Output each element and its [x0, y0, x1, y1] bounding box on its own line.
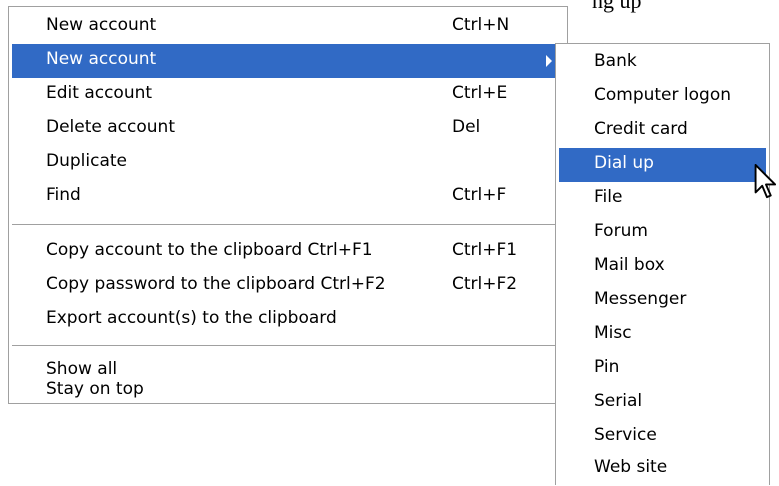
submenu-item-label: Messenger	[594, 289, 687, 309]
menu-item-new-account[interactable]: New account Ctrl+N	[12, 10, 564, 44]
submenu-item-file[interactable]: File	[559, 182, 766, 216]
menu-item-new-account-submenu[interactable]: New account	[12, 44, 564, 78]
submenu-item-web-site[interactable]: Web site	[559, 452, 766, 486]
menu-item-label: Duplicate	[46, 151, 127, 171]
submenu-item-dial-up[interactable]: Dial up	[559, 148, 766, 182]
menu-item-label: Show all	[46, 359, 118, 379]
menu-item-label: Edit account	[46, 83, 153, 103]
background-text: ng up	[592, 0, 642, 13]
submenu-item-label: Computer logon	[594, 85, 732, 105]
menu-item-label: Copy account to the clipboard Ctrl+F1	[46, 240, 373, 260]
submenu-item-label: File	[594, 187, 623, 207]
submenu-item-label: Pin	[594, 357, 620, 377]
menu-item-stay-on-top[interactable]: Stay on top	[12, 379, 564, 401]
submenu-item-label: Bank	[594, 51, 637, 71]
menu-item-export-accounts[interactable]: Export account(s) to the clipboard	[12, 303, 564, 337]
submenu-item-label: Credit card	[594, 119, 688, 139]
menu-item-label: New account	[46, 49, 157, 69]
submenu-item-pin[interactable]: Pin	[559, 352, 766, 386]
submenu: Bank Computer logon Credit card Dial up …	[555, 43, 777, 486]
menu-item-shortcut: Ctrl+F1	[452, 240, 518, 260]
menu-item-label: New account	[46, 15, 157, 35]
submenu-item-computer-logon[interactable]: Computer logon	[559, 80, 766, 114]
submenu-item-label: Dial up	[594, 153, 654, 173]
menu-item-label: Copy password to the clipboard Ctrl+F2	[46, 274, 386, 294]
menu-item-label: Stay on top	[46, 379, 144, 399]
menu-item-label: Export account(s) to the clipboard	[46, 308, 337, 328]
submenu-item-service[interactable]: Service	[559, 420, 766, 454]
menu-separator	[12, 224, 564, 226]
menu-item-duplicate[interactable]: Duplicate	[12, 146, 564, 180]
submenu-item-serial[interactable]: Serial	[559, 386, 766, 420]
submenu-item-messenger[interactable]: Messenger	[559, 284, 766, 318]
submenu-arrow-icon	[546, 55, 552, 67]
menu-item-edit-account[interactable]: Edit account Ctrl+E	[12, 78, 564, 112]
menu-item-copy-account[interactable]: Copy account to the clipboard Ctrl+F1 Ct…	[12, 235, 564, 269]
menu-item-shortcut: Ctrl+N	[452, 15, 510, 35]
submenu-item-label: Misc	[594, 323, 632, 343]
submenu-item-label: Mail box	[594, 255, 665, 275]
submenu-item-label: Service	[594, 425, 657, 445]
menu-item-shortcut: Del	[452, 117, 481, 137]
menu-item-label: Find	[46, 185, 81, 205]
submenu-item-bank[interactable]: Bank	[559, 46, 766, 80]
submenu-item-label: Web site	[594, 457, 668, 477]
menu-item-label: Delete account	[46, 117, 175, 137]
mouse-pointer-icon	[754, 164, 777, 199]
submenu-item-misc[interactable]: Misc	[559, 318, 766, 352]
menu-item-shortcut: Ctrl+F	[452, 185, 507, 205]
menu-item-shortcut: Ctrl+F2	[452, 274, 518, 294]
menu-separator	[12, 345, 564, 347]
submenu-item-label: Serial	[594, 391, 643, 411]
menu-item-delete-account[interactable]: Delete account Del	[12, 112, 564, 146]
menu-item-copy-password[interactable]: Copy password to the clipboard Ctrl+F2 C…	[12, 269, 564, 303]
submenu-item-label: Forum	[594, 221, 648, 241]
context-menu: New account Ctrl+N New account Edit acco…	[8, 6, 568, 404]
submenu-item-mail-box[interactable]: Mail box	[559, 250, 766, 284]
submenu-item-forum[interactable]: Forum	[559, 216, 766, 250]
submenu-item-credit-card[interactable]: Credit card	[559, 114, 766, 148]
menu-item-shortcut: Ctrl+E	[452, 83, 508, 103]
menu-item-find[interactable]: Find Ctrl+F	[12, 180, 564, 214]
